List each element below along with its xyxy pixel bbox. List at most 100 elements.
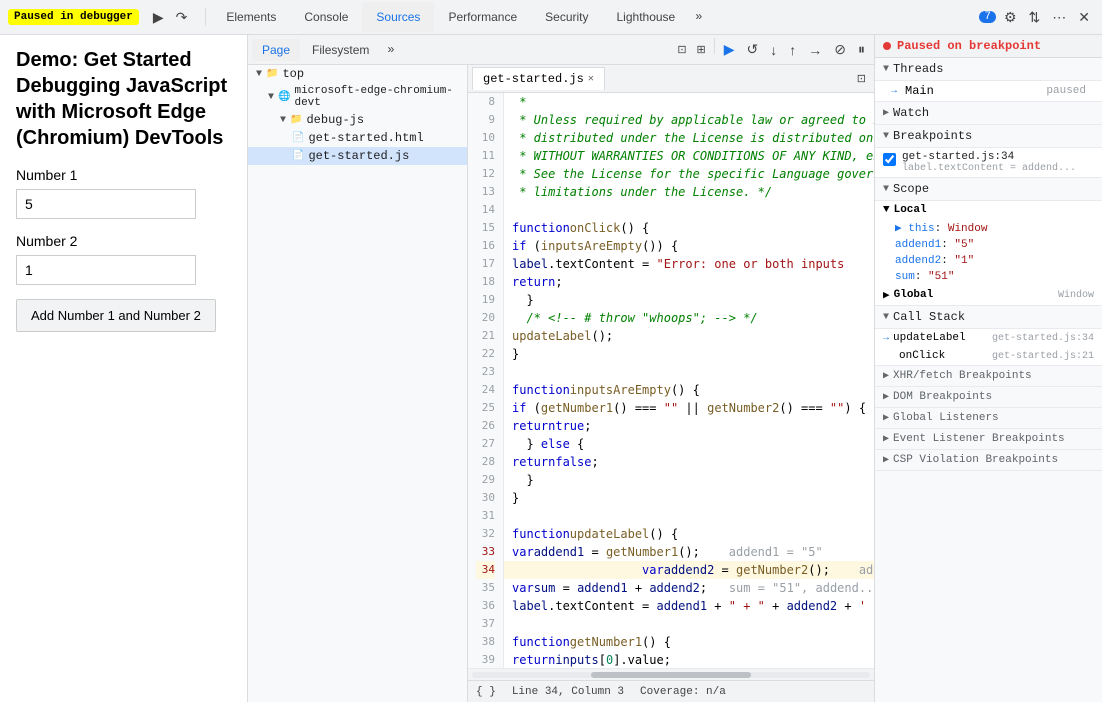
right-panel: Paused on breakpoint ▼ Threads → Main pa… <box>874 35 1102 702</box>
code-line-29: } <box>504 471 874 489</box>
threads-label: Threads <box>893 62 943 76</box>
code-line-15: function onClick() { <box>504 219 874 237</box>
scope-local-header[interactable]: ▼ Local <box>875 201 1102 219</box>
csp-section[interactable]: ▶ CSP Violation Breakpoints <box>875 450 1102 471</box>
close-devtools-btn[interactable]: ✕ <box>1074 5 1094 30</box>
code-line-34: var addend2 = getNumber2(); addend2 = "1… <box>504 561 874 579</box>
add-numbers-button[interactable]: Add Number 1 and Number 2 <box>16 299 216 332</box>
scope-local-label: Local <box>894 204 927 216</box>
scrollbar-thumb[interactable] <box>591 672 750 678</box>
sources-tab-filesystem[interactable]: Filesystem <box>302 39 379 61</box>
demo-title: Demo: Get Started Debugging JavaScript w… <box>16 47 231 151</box>
separator <box>205 8 206 26</box>
tab-performance[interactable]: Performance <box>434 2 531 32</box>
editor-panel-toggle[interactable]: ⊡ <box>853 68 870 89</box>
bp-checkbox[interactable] <box>883 153 896 166</box>
experiments-btn[interactable]: ⇅ <box>1025 5 1045 30</box>
code-line-16: if (inputsAreEmpty()) { <box>504 237 874 255</box>
split-btn[interactable]: ⊞ <box>693 38 710 61</box>
tree-label-ms: microsoft-edge-chromium-devt <box>294 85 467 109</box>
code-line-32: function updateLabel() { <box>504 525 874 543</box>
callstack-label: Call Stack <box>893 310 965 324</box>
tree-item-top[interactable]: ▼ 📁 top <box>248 65 467 83</box>
sources-tab-page[interactable]: Page <box>252 39 300 61</box>
code-line-12: * See the License for the specific Langu… <box>504 165 874 183</box>
tree-label-html: get-started.html <box>308 131 423 145</box>
tree-label-top: top <box>282 67 304 81</box>
status-braces: { } <box>476 686 496 698</box>
threads-section-header[interactable]: ▼ Threads <box>875 58 1102 81</box>
scope-addend2: addend2: "1" <box>875 253 1102 269</box>
callstack-section-header[interactable]: ▼ Call Stack <box>875 306 1102 329</box>
global-listeners-section[interactable]: ▶ Global Listeners <box>875 408 1102 429</box>
scope-this-val: Window <box>948 223 988 235</box>
dom-label: DOM Breakpoints <box>893 391 992 403</box>
callstack-fn-1: onClick <box>899 350 945 362</box>
settings-btn[interactable]: ⚙ <box>1000 5 1021 30</box>
bp-arrow: ▼ <box>883 131 889 142</box>
sync-btn[interactable]: ⊡ <box>673 38 690 61</box>
tab-elements[interactable]: Elements <box>212 2 290 32</box>
tree-item-ms-edge[interactable]: ▼ 🌐 microsoft-edge-chromium-devt <box>248 83 467 111</box>
paused-header: Paused on breakpoint <box>875 35 1102 58</box>
tree-item-js[interactable]: 📄 get-started.js <box>248 147 467 165</box>
tab-sources[interactable]: Sources <box>362 2 434 32</box>
code-area[interactable]: 8 9 10 11 12 13 14 15 16 17 18 19 <box>468 93 874 668</box>
resume-btn[interactable]: ▶ <box>149 5 168 30</box>
scope-global-header[interactable]: ▶ Global Window <box>875 285 1102 305</box>
code-line-25: if (getNumber1() === "" || getNumber2() … <box>504 399 874 417</box>
number1-input[interactable] <box>16 189 196 219</box>
tree-item-html[interactable]: 📄 get-started.html <box>248 129 467 147</box>
watch-section-header[interactable]: ▶ Watch <box>875 102 1102 125</box>
code-line-13: * limitations under the License. */ <box>504 183 874 201</box>
tab-security[interactable]: Security <box>531 2 602 32</box>
expand-icon-top: ▼ <box>256 69 262 80</box>
debug-step-into[interactable]: ↓ <box>765 38 782 61</box>
xhr-fetch-section[interactable]: ▶ XHR/fetch Breakpoints <box>875 366 1102 387</box>
more-options-btn[interactable]: ⋯ <box>1048 5 1070 30</box>
breakpoint-item-0[interactable]: get-started.js:34 label.textContent = ad… <box>875 148 1102 177</box>
debug-pause-exc[interactable]: ⏸ <box>853 38 870 61</box>
step-over-btn[interactable]: ↷ <box>172 5 192 30</box>
sources-more-tabs[interactable]: » <box>381 35 400 65</box>
scope-sum-key: sum <box>895 271 915 283</box>
debug-step-over[interactable]: ↺ <box>742 38 764 61</box>
csp-label: CSP Violation Breakpoints <box>893 454 1058 466</box>
callstack-arrow-0: → <box>883 333 889 344</box>
callstack-item-0[interactable]: → updateLabel get-started.js:34 <box>875 329 1102 347</box>
debug-resume[interactable]: ▶ <box>719 38 740 61</box>
event-listeners-section[interactable]: ▶ Event Listener Breakpoints <box>875 429 1102 450</box>
breakpoints-section-header[interactable]: ▼ Breakpoints <box>875 125 1102 148</box>
file-tree: ▼ 📁 top ▼ 🌐 microsoft-edge-chromium-devt… <box>248 65 468 702</box>
editor-tab-js[interactable]: get-started.js ✕ <box>472 67 605 90</box>
tab-lighthouse[interactable]: Lighthouse <box>603 2 690 32</box>
code-line-10: * distributed under the License is distr… <box>504 129 874 147</box>
scrollbar-track[interactable] <box>472 672 870 678</box>
close-tab-icon[interactable]: ✕ <box>588 73 594 85</box>
number2-input[interactable] <box>16 255 196 285</box>
tab-console[interactable]: Console <box>290 2 362 32</box>
debug-step-out[interactable]: ↑ <box>784 38 801 61</box>
tree-item-debug-js[interactable]: ▼ 📁 debug-js <box>248 111 467 129</box>
tree-label-js: get-started.js <box>308 149 409 163</box>
xhr-arrow: ▶ <box>883 370 889 382</box>
paused-dot <box>883 42 891 50</box>
thread-arrow-icon: → <box>891 86 897 97</box>
scope-addend1-key: addend1 <box>895 239 941 251</box>
dom-breakpoints-section[interactable]: ▶ DOM Breakpoints <box>875 387 1102 408</box>
more-tabs-btn[interactable]: » <box>689 2 708 32</box>
horizontal-scrollbar[interactable] <box>468 668 874 680</box>
gl-arrow: ▶ <box>883 412 889 424</box>
thread-main[interactable]: → Main paused <box>875 81 1102 101</box>
status-position: Line 34, Column 3 <box>512 686 624 698</box>
folder-icon-top: 📁 <box>266 68 278 80</box>
callstack-item-1[interactable]: onClick get-started.js:21 <box>875 347 1102 365</box>
scope-section-header[interactable]: ▼ Scope <box>875 178 1102 201</box>
bp-file: get-started.js:34 <box>902 151 1076 163</box>
debug-deactivate[interactable]: ⊘ <box>829 38 851 61</box>
debug-step[interactable]: → <box>803 38 827 61</box>
folder-icon-ms: 🌐 <box>278 91 290 103</box>
code-line-21: updateLabel(); <box>504 327 874 345</box>
code-line-24: function inputsAreEmpty() { <box>504 381 874 399</box>
callstack-loc-0: get-started.js:34 <box>992 333 1094 344</box>
